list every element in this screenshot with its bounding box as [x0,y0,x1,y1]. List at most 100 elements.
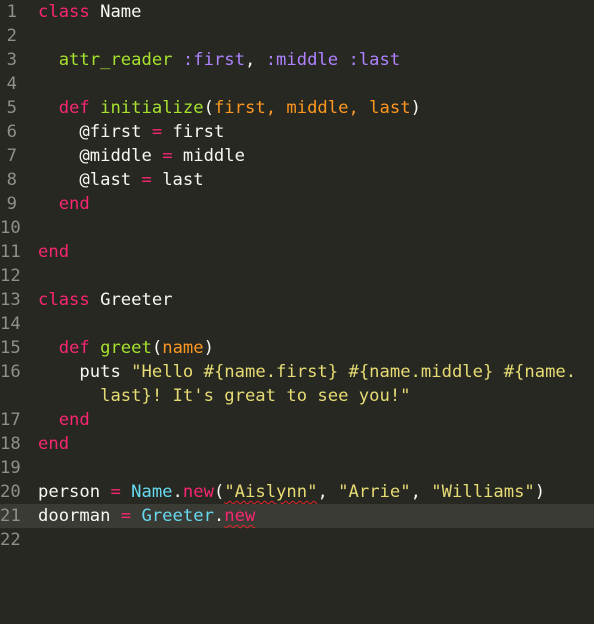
instance-variable: @middle [79,146,152,166]
code-line[interactable]: 6 @first = first [0,120,594,144]
line-number: 5 [6,98,17,118]
class-reference: Name [131,482,173,502]
code-line[interactable]: 12 [0,264,594,288]
line-number: 14 [0,314,21,334]
method-name: greet [100,338,152,358]
line-number: 6 [6,122,17,142]
punctuation: , [317,482,339,502]
method-call: attr_reader [58,50,173,70]
code-line[interactable]: 3 attr_reader :first, :middle :last [0,48,594,72]
line-number: 1 [6,2,17,22]
string-arg: "Aislynn" [224,482,318,502]
symbol: :first [182,50,245,70]
keyword: end [38,434,70,454]
code-line[interactable]: 10 [0,216,594,240]
operator: = [131,170,163,190]
code-line[interactable]: 1 class Name [0,0,594,24]
line-number: 15 [0,338,21,358]
code-line[interactable]: 19 [0,456,594,480]
instance-variable: @last [79,170,132,190]
method-name: initialize [100,98,204,118]
paren: ( [151,338,163,358]
line-number: 8 [6,170,17,190]
line-number: 9 [6,194,17,214]
code-line[interactable]: 2 [0,24,594,48]
code-line[interactable]: 15 def greet(name) [0,336,594,360]
operator: = [110,506,142,526]
dot: . [172,482,183,502]
code-line[interactable]: 17 end [0,408,594,432]
code-line[interactable]: 13 class Greeter [0,288,594,312]
class-name: Greeter [89,290,173,310]
punctuation: , [244,50,266,70]
code-line[interactable]: 11 end [0,240,594,264]
method-call: puts [79,362,121,382]
variable: person [38,482,101,502]
keyword: def [58,338,90,358]
code-line[interactable]: 4 [0,72,594,96]
code-line[interactable]: 22 [0,528,594,552]
line-number: 3 [6,50,17,70]
variable: doorman [38,506,111,526]
operator: = [141,122,173,142]
line-number: 17 [0,410,21,430]
paren: ) [534,482,546,502]
variable: first [172,122,225,142]
keyword: end [58,194,90,214]
line-number: 19 [0,458,21,478]
line-number: 2 [6,26,17,46]
keyword: end [58,410,90,430]
instance-variable: @first [79,122,142,142]
string-arg: "Arrie" [338,482,411,502]
code-line[interactable]: 18 end [0,432,594,456]
code-line[interactable]: 5 def initialize(first, middle, last) [0,96,594,120]
operator: = [151,146,183,166]
code-line[interactable]: 16 puts "Hello #{name.first} #{name.midd… [0,360,594,384]
code-line[interactable]: 9 end [0,192,594,216]
method-call: new [182,482,214,502]
variable: last [162,170,204,190]
string: "Hello #{name.first} #{name.middle} #{na… [131,362,577,382]
line-number: 13 [0,290,21,310]
code-line-wrap[interactable]: last}! It's great to see you!" [0,384,594,408]
operator: = [100,482,132,502]
class-reference: Greeter [141,506,214,526]
code-line[interactable]: 20 person = Name.new("Aislynn", "Arrie",… [0,480,594,504]
line-number: 7 [6,146,17,166]
code-line[interactable]: 14 [0,312,594,336]
line-number: 18 [0,434,21,454]
code-line[interactable]: 7 @middle = middle [0,144,594,168]
paren: ) [410,98,421,118]
parameters: first, middle, last [213,98,411,118]
line-number: 4 [6,74,17,94]
keyword: def [58,98,90,118]
symbol: :middle [265,50,339,70]
code-editor[interactable]: 1 class Name 2 3 attr_reader :first, :mi… [0,0,594,555]
paren: ( [203,98,214,118]
string-arg: "Williams" [431,482,535,502]
code-line-current[interactable]: 21 doorman = Greeter.new [0,504,594,528]
punctuation: , [410,482,432,502]
code-line[interactable]: 8 @last = last [0,168,594,192]
symbol: :last [348,50,401,70]
keyword: class [38,290,90,310]
line-number: 21 [0,506,21,526]
keyword: class [38,2,90,22]
paren: ) [203,338,214,358]
method-call: new [224,506,256,526]
keyword: end [38,242,70,262]
